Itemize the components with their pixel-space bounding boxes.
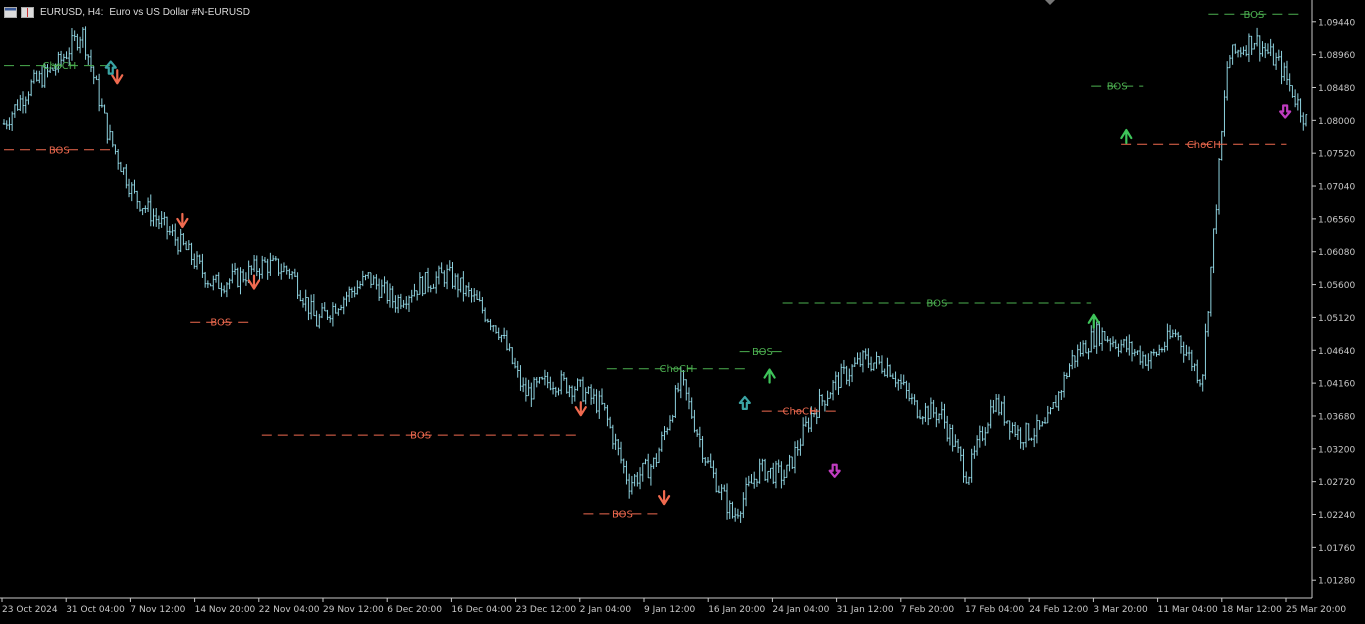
candles-group — [2, 26, 1308, 523]
y-tick-label: 1.07520 — [1318, 150, 1355, 160]
y-tick-label: 1.08480 — [1318, 84, 1355, 94]
x-tick-label: 7 Feb 20:00 — [901, 605, 955, 615]
x-tick-label: 9 Jan 12:00 — [644, 605, 696, 615]
x-tick-label: 24 Feb 12:00 — [1029, 605, 1088, 615]
y-tick-label: 1.01280 — [1318, 577, 1355, 587]
chart-window-icon[interactable] — [4, 6, 17, 18]
y-tick-label: 1.04640 — [1318, 347, 1355, 357]
x-tick-label: 7 Nov 12:00 — [130, 605, 185, 615]
chart-header: EURUSD, H4: Euro vs US Dollar #N-EURUSD — [4, 4, 250, 20]
x-tick-label: 24 Jan 04:00 — [772, 605, 829, 615]
structure-label: BOS — [410, 431, 431, 442]
down-arrow-icon — [658, 490, 671, 506]
structure-label: BOS — [1107, 82, 1128, 93]
x-tick-label: 29 Nov 12:00 — [323, 605, 384, 615]
x-tick-label: 23 Oct 2024 — [2, 605, 58, 615]
x-tick-label: 31 Jan 12:00 — [837, 605, 894, 615]
structure-label: ChoCH — [660, 364, 694, 375]
symbol-title: EURUSD, H4: — [40, 6, 104, 18]
structure-label: BOS — [210, 318, 231, 329]
x-tick-label: 16 Jan 20:00 — [708, 605, 765, 615]
x-tick-label: 17 Feb 04:00 — [965, 605, 1024, 615]
y-tick-label: 1.05600 — [1318, 281, 1355, 291]
x-tick-label: 31 Oct 04:00 — [66, 605, 125, 615]
x-tick-label: 3 Mar 20:00 — [1093, 605, 1148, 615]
chart-root[interactable]: 1.09440 1.08960 1.08480 1.08000 1.07520 1.070… — [0, 0, 1365, 620]
x-tick-label: 22 Nov 04:00 — [259, 605, 320, 615]
structure-label: ChoCH — [42, 61, 76, 72]
structure-label: ChoCH — [1187, 140, 1221, 151]
x-tick-label: 25 Mar 20:00 — [1286, 605, 1346, 615]
up-arrow-icon — [763, 368, 776, 384]
y-tick-label: 1.08000 — [1318, 117, 1355, 127]
x-tick-label: 23 Dec 12:00 — [516, 605, 577, 615]
x-tick-label: 6 Dec 20:00 — [387, 605, 442, 615]
down-arrow-icon — [247, 274, 261, 290]
y-tick-label: 1.04160 — [1318, 380, 1355, 390]
down-arrow-icon — [176, 212, 189, 229]
y-tick-label: 1.02240 — [1318, 511, 1355, 521]
purple-down-arrow-icon — [1279, 104, 1292, 119]
x-tick-label: 2 Jan 04:00 — [580, 605, 632, 615]
y-tick-label: 1.08960 — [1318, 51, 1355, 61]
y-tick-label: 1.09440 — [1318, 18, 1355, 28]
y-tick-label: 1.06080 — [1318, 248, 1355, 258]
y-tick-label: 1.02720 — [1318, 478, 1355, 488]
y-tick-label: 1.03680 — [1318, 412, 1355, 422]
price-chart[interactable]: 1.09440 1.08960 1.08480 1.08000 1.07520 1.070… — [0, 0, 1365, 620]
x-tick-label: 14 Nov 20:00 — [195, 605, 256, 615]
chart-shift-marker[interactable] — [1045, 0, 1055, 5]
x-tick-label: 18 Mar 12:00 — [1222, 605, 1282, 615]
y-tick-label: 1.05120 — [1318, 314, 1355, 324]
y-tick-label: 1.03200 — [1318, 445, 1355, 455]
structure-label: BOS — [752, 347, 773, 358]
y-tick-label: 1.07040 — [1318, 183, 1355, 193]
up-arrow-icon — [1087, 313, 1100, 329]
structure-label: ChoCH — [783, 407, 817, 418]
structure-label: BOS — [926, 299, 947, 310]
x-tick-label: 16 Dec 04:00 — [451, 605, 512, 615]
down-arrow-icon — [574, 401, 587, 417]
purple-down-arrow-icon — [828, 463, 841, 478]
symbol-description: Euro vs US Dollar #N-EURUSD — [109, 6, 250, 18]
teal-up-arrow-icon — [738, 395, 751, 411]
structure-label: BOS — [49, 145, 70, 156]
structure-label: BOS — [612, 509, 633, 520]
teal-up-arrow-icon — [104, 60, 117, 75]
x-tick-label: 11 Mar 04:00 — [1158, 605, 1218, 615]
up-arrow-icon — [1120, 128, 1133, 145]
y-tick-label: 1.06560 — [1318, 215, 1355, 225]
structure-label: BOS — [1243, 10, 1264, 21]
y-tick-label: 1.01760 — [1318, 544, 1355, 554]
one-click-trading-icon[interactable] — [21, 6, 34, 18]
